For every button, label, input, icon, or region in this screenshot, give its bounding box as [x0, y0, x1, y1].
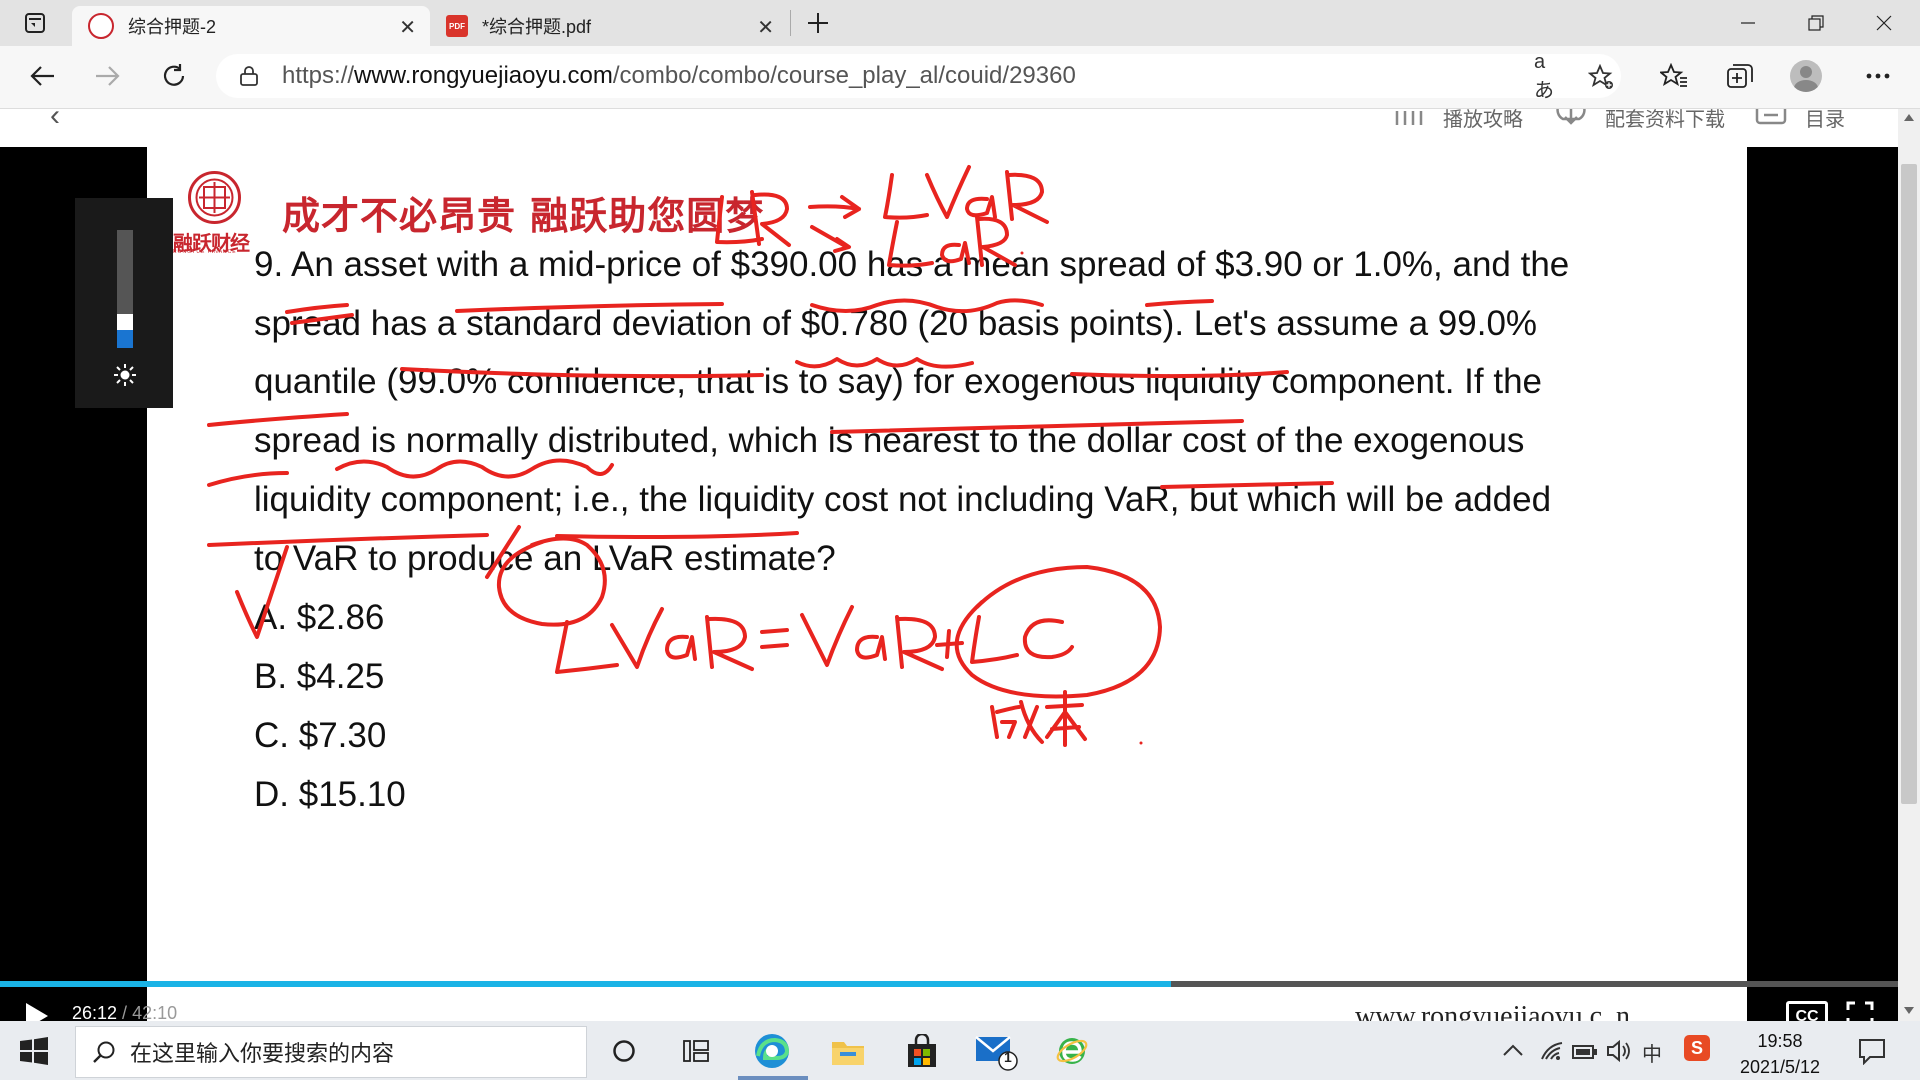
favorites-button[interactable]	[1654, 56, 1694, 96]
back-arrow-icon	[30, 66, 54, 86]
play-guide-link[interactable]: 播放攻略	[1443, 109, 1523, 132]
wifi-icon[interactable]	[1540, 1041, 1564, 1061]
catalog-icon	[1755, 109, 1787, 125]
pdf-icon: PDF	[446, 15, 468, 37]
option-a: A. $2.86	[254, 598, 385, 637]
sun-icon	[114, 364, 136, 386]
lock-icon[interactable]	[240, 66, 258, 86]
favorites-icon	[1660, 63, 1687, 87]
time-display: 26:12 / 42:10	[72, 1003, 178, 1021]
system-clock[interactable]: 19:58 2021/5/12	[1700, 1028, 1860, 1080]
address-bar: https://www.rongyuejiaoyu.com/combo/comb…	[0, 46, 1920, 109]
forward-button[interactable]	[88, 56, 128, 96]
scrollbar-thumb[interactable]	[1901, 164, 1917, 804]
url-text: https://www.rongyuejiaoyu.com/combo/comb…	[282, 62, 1076, 89]
tab-title: 综合押题-2	[128, 17, 217, 37]
catalog-link[interactable]: 目录	[1805, 109, 1845, 132]
slogan: 成才不必昂贵 融跃助您圆梦	[282, 193, 765, 238]
fullscreen-icon[interactable]	[1846, 1001, 1874, 1021]
progress-fill	[0, 981, 1172, 987]
read-aloud-icon[interactable]: aあ	[1534, 51, 1564, 102]
avatar	[1790, 60, 1822, 92]
mail-badge: 1	[1004, 1049, 1012, 1065]
close-window-button[interactable]	[1850, 0, 1918, 46]
download-icon	[1556, 109, 1586, 125]
refresh-icon	[163, 64, 185, 86]
question-line: 9. An asset with a mid-price of $390.00 …	[254, 245, 1570, 284]
restore-button[interactable]	[1782, 0, 1850, 46]
more-icon	[1866, 73, 1890, 79]
question-line: quantile (99.0% confidence, that is to s…	[254, 362, 1542, 401]
watermark: www.rongyuejiaoyu.c..n	[1355, 1001, 1631, 1021]
progress-bar[interactable]	[0, 981, 1898, 987]
clock-date: 2021/5/12	[1739, 1057, 1821, 1077]
chevron-left-icon[interactable]: ‹	[50, 109, 60, 133]
play-icon[interactable]	[26, 1003, 48, 1021]
site-favicon-icon	[88, 13, 114, 39]
brightness-knob[interactable]	[117, 314, 133, 330]
page-top-strip: ‹ 播放攻略 配套资料下载 目录	[0, 109, 1898, 147]
search-placeholder: 在这里输入你要搜索的内容	[130, 1041, 395, 1066]
plus-icon	[808, 13, 828, 33]
search-icon	[93, 1041, 115, 1063]
question-line: spread is normally distributed, which is…	[254, 421, 1525, 460]
file-explorer-icon[interactable]	[826, 1030, 870, 1072]
forward-arrow-icon	[96, 66, 120, 86]
settings-menu-button[interactable]	[1858, 56, 1898, 96]
clock-time: 19:58	[1757, 1031, 1803, 1051]
question-line: to VaR to produce an LVaR estimate?	[254, 539, 836, 578]
subtitles-button[interactable]: CC	[1786, 1001, 1828, 1021]
taskbar-search-box[interactable]: 在这里输入你要搜索的内容	[75, 1026, 587, 1078]
question-line: spread has a standard deviation of $0.78…	[254, 304, 1538, 343]
notification-icon[interactable]	[1858, 1037, 1886, 1065]
option-b: B. $4.25	[254, 657, 385, 696]
active-app-indicator	[738, 1076, 808, 1080]
brightness-slider[interactable]	[75, 198, 173, 408]
windows-start-icon[interactable]	[20, 1037, 48, 1065]
ime-indicator[interactable]: 中	[1642, 1038, 1662, 1067]
minimize-button[interactable]	[1714, 0, 1782, 46]
edge-browser-icon[interactable]	[750, 1030, 794, 1072]
volume-icon[interactable]	[1606, 1040, 1632, 1062]
chevron-up-icon[interactable]	[1502, 1043, 1524, 1057]
battery-icon[interactable]	[1572, 1045, 1598, 1059]
store-icon[interactable]	[900, 1030, 944, 1072]
collections-icon	[1727, 64, 1753, 88]
question-line: liquidity component; i.e., the liquidity…	[254, 480, 1552, 519]
close-tab-icon[interactable]: ✕	[757, 15, 774, 40]
url-field[interactable]: https://www.rongyuejiaoyu.com/combo/comb…	[216, 51, 1621, 102]
lecture-slide: 融跃财经 RONGYUE FINANCE 成才不必昂贵 融跃助您圆梦 9. An…	[147, 147, 1747, 1021]
tab-actions-icon[interactable]	[0, 0, 70, 46]
page-scrollbar[interactable]	[1898, 109, 1920, 1021]
close-tab-icon[interactable]: ✕	[399, 15, 416, 40]
mail-icon[interactable]: 1	[974, 1030, 1018, 1072]
scroll-down-icon[interactable]	[1904, 1007, 1914, 1015]
scroll-up-icon[interactable]	[1904, 113, 1914, 121]
cortana-icon[interactable]	[602, 1030, 646, 1072]
option-d: D. $15.10	[254, 775, 406, 814]
tab-bar: 综合押题-2 ✕ PDF *综合押题.pdf ✕	[0, 0, 1920, 46]
new-tab-button[interactable]	[800, 5, 836, 41]
materials-download-link[interactable]: 配套资料下载	[1605, 109, 1725, 132]
brightness-fill	[117, 330, 133, 348]
collections-button[interactable]	[1720, 56, 1760, 96]
tab-pdf[interactable]: PDF *综合押题.pdf ✕	[430, 6, 788, 46]
video-player[interactable]: ‹ 播放攻略 配套资料下载 目录 融跃财经 RONGYUE FINANCE 成才…	[0, 109, 1898, 1021]
brand-subtitle: RONGYUE FINANCE	[173, 249, 237, 255]
tab-title: *综合押题.pdf	[482, 17, 592, 37]
option-c: C. $7.30	[254, 716, 387, 755]
tab-active[interactable]: 综合押题-2 ✕	[72, 6, 430, 46]
refresh-button[interactable]	[154, 56, 194, 96]
playlist-icon	[1395, 111, 1423, 125]
ie-browser-icon[interactable]	[1050, 1030, 1094, 1072]
taskbar: 在这里输入你要搜索的内容 1 中 S 19:58 2021/5/12	[0, 1021, 1920, 1080]
add-favorite-icon[interactable]	[1586, 62, 1616, 92]
back-button[interactable]	[22, 56, 62, 96]
brand-logo-icon	[188, 171, 241, 224]
brightness-track[interactable]	[117, 230, 133, 348]
profile-button[interactable]	[1786, 56, 1826, 96]
task-view-icon[interactable]	[674, 1030, 718, 1072]
